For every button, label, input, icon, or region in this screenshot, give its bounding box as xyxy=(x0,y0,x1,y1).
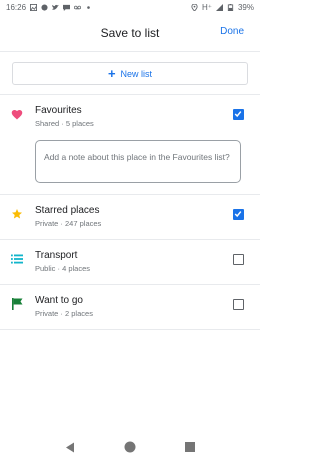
favourites-checkbox[interactable] xyxy=(233,109,244,120)
starred-places-checkbox[interactable] xyxy=(233,209,244,220)
list-row[interactable]: Want to go Private · 2 places xyxy=(0,285,260,329)
recents-icon xyxy=(185,442,195,452)
list-title: Starred places xyxy=(35,205,100,216)
list-title: Favourites xyxy=(35,105,82,116)
transport-checkbox[interactable] xyxy=(233,254,244,265)
dot-icon xyxy=(87,5,90,9)
list-title: Transport xyxy=(35,250,78,261)
location-icon xyxy=(191,3,198,11)
battery-icon xyxy=(227,3,234,11)
list-row[interactable]: Transport Public · 4 places xyxy=(0,240,260,284)
status-right: H⁺ 39% xyxy=(191,3,254,12)
back-icon xyxy=(66,442,74,452)
messenger-icon xyxy=(41,3,48,11)
back-button[interactable] xyxy=(60,437,80,457)
list-subtitle: Public · 4 places xyxy=(35,264,91,273)
list-item-favourites[interactable]: Favourites Shared · 5 places Add a note … xyxy=(0,95,260,195)
chat-icon xyxy=(63,4,71,11)
system-nav-bar xyxy=(0,432,260,462)
home-button[interactable] xyxy=(120,437,140,457)
list-item-transport[interactable]: Transport Public · 4 places xyxy=(0,240,260,285)
list-item-starred-places[interactable]: Starred places Private · 247 places xyxy=(0,195,260,240)
list-row[interactable]: Starred places Private · 247 places xyxy=(0,195,260,239)
done-button[interactable]: Done xyxy=(220,26,244,37)
list-title: Want to go xyxy=(35,295,83,306)
app-bar: Save to list Done xyxy=(0,14,260,52)
voicemail-icon xyxy=(74,5,82,9)
note-input[interactable]: Add a note about this place in the Favou… xyxy=(35,140,241,183)
list-item-want-to-go[interactable]: Want to go Private · 2 places xyxy=(0,285,260,330)
new-list-button[interactable]: + New list xyxy=(12,62,248,85)
list-item-text: Starred places Private · 247 places xyxy=(35,205,101,228)
list-item-text: Want to go Private · 2 places xyxy=(35,295,93,318)
list-item-text: Transport Public · 4 places xyxy=(35,250,90,273)
status-time: 16:26 xyxy=(6,2,27,12)
signal-icon xyxy=(215,3,223,11)
list-subtitle: Private · 247 places xyxy=(35,219,102,228)
image-notification-icon xyxy=(30,3,38,11)
list-subtitle: Shared · 5 places xyxy=(35,119,94,128)
heart-icon xyxy=(11,108,23,120)
battery-level: 39% xyxy=(237,2,254,12)
recents-button[interactable] xyxy=(180,437,200,457)
home-icon xyxy=(124,441,136,453)
plus-icon: + xyxy=(107,65,116,81)
star-icon xyxy=(11,208,23,220)
check-icon xyxy=(234,111,242,118)
flag-icon xyxy=(11,298,23,310)
list-item-text: Favourites Shared · 5 places xyxy=(35,105,94,128)
new-list-section: + New list xyxy=(0,52,260,95)
list-subtitle: Private · 2 places xyxy=(35,309,93,318)
check-icon xyxy=(234,211,242,218)
status-left: 16:26 xyxy=(6,3,92,12)
page-title: Save to list xyxy=(100,25,160,40)
list-icon xyxy=(11,253,23,265)
new-list-label: New list xyxy=(120,68,153,79)
network-type: H⁺ xyxy=(201,2,212,12)
want-to-go-checkbox[interactable] xyxy=(233,299,244,310)
status-bar: 16:26 H⁺ 39% xyxy=(0,0,260,14)
list-row[interactable]: Favourites Shared · 5 places xyxy=(0,95,260,139)
twitter-icon xyxy=(52,4,60,10)
